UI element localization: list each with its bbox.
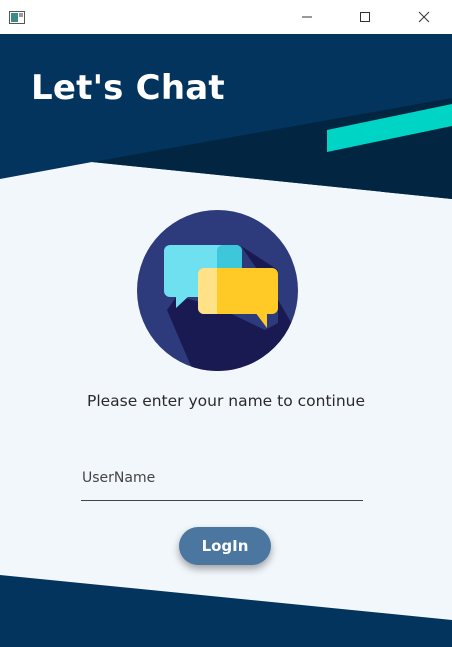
login-window: Let's Chat Please enter your name to con… [0, 0, 452, 647]
minimize-icon [301, 8, 313, 27]
window-titlebar[interactable] [0, 0, 452, 34]
username-field [81, 458, 364, 501]
maximize-button[interactable] [342, 0, 388, 34]
app-icon [9, 9, 25, 24]
username-input[interactable] [81, 458, 364, 498]
minimize-button[interactable] [284, 0, 330, 34]
login-prompt: Please enter your name to continue [86, 392, 366, 410]
app-title: Let's Chat [31, 68, 225, 108]
login-button[interactable]: LogIn [179, 527, 271, 565]
close-button[interactable] [401, 0, 447, 34]
chat-bubbles-icon [137, 210, 298, 371]
close-icon [418, 8, 430, 27]
maximize-icon [359, 8, 371, 27]
